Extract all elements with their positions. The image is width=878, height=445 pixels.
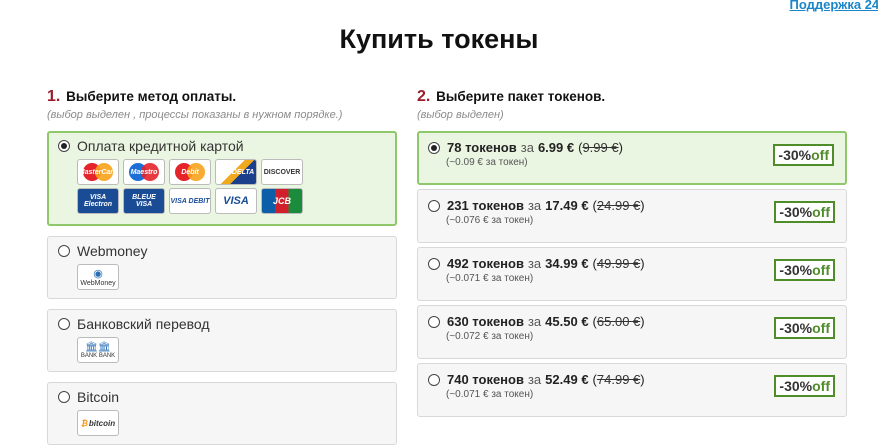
package-price: 17.49 € [545, 198, 589, 213]
package-old-price: 24.99 € [596, 198, 641, 213]
carte-bleue-visa-logo: BLEUE VISA [123, 188, 165, 214]
visa-electron-logo: VISA Electron [77, 188, 119, 214]
radio-webmoney[interactable] [58, 245, 70, 257]
support-link[interactable]: Поддержка 24/7 [790, 0, 878, 12]
package-tokens: 78 токенов [447, 140, 517, 155]
jcb-logo: JCB [261, 188, 303, 214]
discount-badge: -30%off [774, 201, 835, 223]
discover-logo: DISCOVER [261, 159, 303, 185]
radio-package[interactable] [428, 315, 440, 328]
package-hint: (выбор выделен) [417, 109, 504, 121]
payment-option-label: Webmoney [77, 243, 148, 259]
package-price: 34.99 € [545, 256, 589, 271]
payment-option-label: Bitcoin [77, 389, 120, 405]
visa-logo: VISA [215, 188, 257, 214]
package-for: за [527, 372, 542, 387]
package-tokens: 630 токенов [447, 314, 524, 329]
radio-bitcoin[interactable] [58, 391, 70, 403]
payment-hint: (выбор выделен , процессы показаны в нуж… [47, 109, 343, 121]
package-option-231[interactable]: 231 токенов за 17.49 € (24.99 €) (~0.076… [417, 189, 847, 243]
payment-option-label: Оплата кредитной картой [77, 138, 244, 154]
radio-package[interactable] [428, 141, 440, 154]
step-title: Выберите пакет токенов. [436, 89, 606, 104]
radio-package[interactable] [428, 257, 440, 270]
visa-debit-logo: VISA DEBIT [169, 188, 211, 214]
step-title: Выберите метод оплаты. [66, 89, 237, 104]
card-logos: MasterCard Maestro Debit DELTA DISCOVER … [77, 159, 386, 224]
package-old-price: 49.99 € [596, 256, 641, 271]
package-tokens: 492 токенов [447, 256, 524, 271]
visa-delta-logo: DELTA [215, 159, 257, 185]
mastercard-logo: MasterCard [77, 159, 119, 185]
payment-method-section: 1. Выберите метод оплаты. (выбор выделен… [47, 88, 397, 445]
webmoney-logo: ◉ WebMoney [77, 264, 119, 290]
package-old-price: 65.00 € [596, 314, 641, 329]
payment-option-bank-transfer[interactable]: Банковский перевод 🏛🏛 BANK BANK [47, 309, 397, 372]
package-for: за [520, 140, 534, 155]
radio-credit-card[interactable] [58, 140, 70, 152]
maestro-logo: Maestro [123, 159, 165, 185]
step-number: 1. [47, 88, 61, 105]
mastercard-debit-logo: Debit [169, 159, 211, 185]
package-option-78[interactable]: 78 токенов за 6.99 € (9.99 €) (~0.09 € з… [417, 131, 847, 185]
bank-logo: 🏛🏛 BANK BANK [77, 337, 119, 363]
payment-step-heading: 1. Выберите метод оплаты. [47, 88, 397, 106]
package-option-740[interactable]: 740 токенов за 52.49 € (74.99 €) (~0.071… [417, 363, 847, 417]
radio-package[interactable] [428, 373, 440, 386]
discount-badge: -30%off [774, 317, 835, 339]
package-price: 45.50 € [545, 314, 589, 329]
package-tokens: 740 токенов [447, 372, 524, 387]
radio-bank-transfer[interactable] [58, 318, 70, 330]
package-for: за [527, 256, 542, 271]
discount-badge: -30%off [773, 144, 834, 166]
package-for: за [527, 198, 542, 213]
payment-option-credit-card[interactable]: Оплата кредитной картой MasterCard Maest… [47, 131, 397, 226]
payment-option-label: Банковский перевод [77, 316, 210, 332]
discount-badge: -30%off [774, 259, 835, 281]
package-old-price: 74.99 € [596, 372, 641, 387]
bitcoin-logo: ₿ bitcoin [77, 410, 119, 436]
package-tokens: 231 токенов [447, 198, 524, 213]
page-title: Купить токены [339, 24, 539, 54]
package-for: за [527, 314, 542, 329]
step-number: 2. [417, 88, 431, 105]
package-option-630[interactable]: 630 токенов за 45.50 € (65.00 €) (~0.072… [417, 305, 847, 359]
token-package-section: 2. Выберите пакет токенов. (выбор выделе… [417, 88, 847, 417]
discount-badge: -30%off [774, 375, 835, 397]
radio-package[interactable] [428, 199, 440, 212]
package-step-heading: 2. Выберите пакет токенов. [417, 88, 847, 106]
package-option-492[interactable]: 492 токенов за 34.99 € (49.99 €) (~0.071… [417, 247, 847, 301]
package-price: 6.99 € [537, 140, 575, 155]
payment-option-webmoney[interactable]: Webmoney ◉ WebMoney [47, 236, 397, 299]
package-price: 52.49 € [545, 372, 589, 387]
package-old-price: 9.99 € [582, 140, 619, 155]
payment-option-bitcoin[interactable]: Bitcoin ₿ bitcoin [47, 382, 397, 445]
